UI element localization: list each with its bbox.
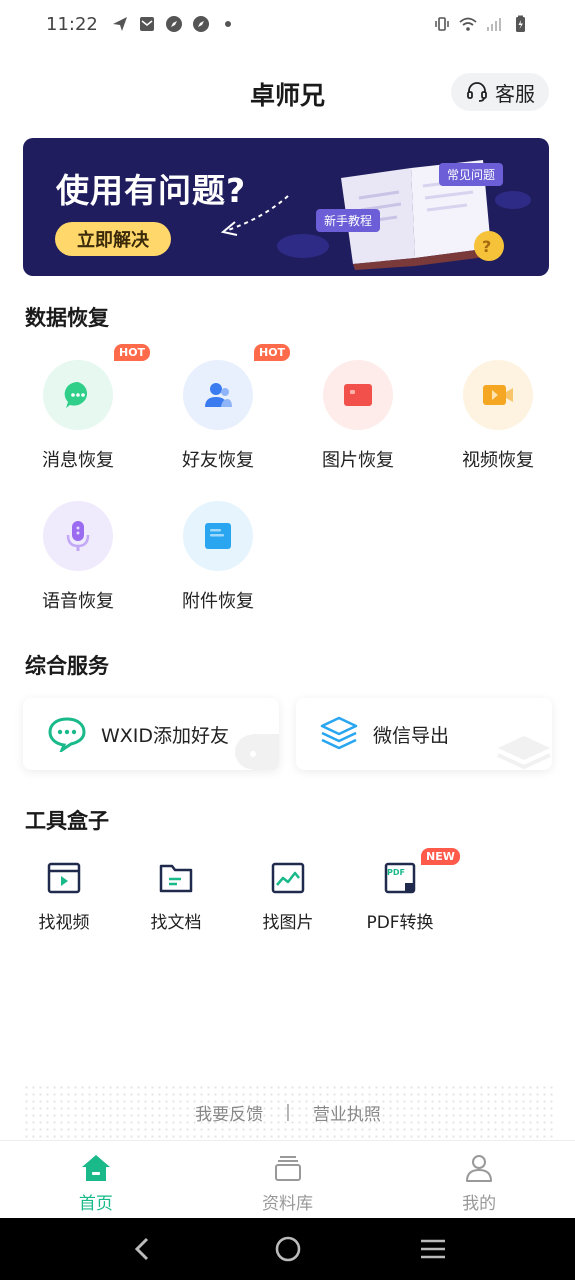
system-nav-bar bbox=[0, 1218, 575, 1280]
tab-label-home: 首页 bbox=[78, 1194, 113, 1214]
tab-label-mine: 我的 bbox=[462, 1194, 497, 1214]
status-time: 11:22 bbox=[46, 13, 98, 35]
recovery-item-attachment[interactable]: 附件恢复 bbox=[163, 501, 273, 613]
new-badge: NEW bbox=[421, 848, 460, 865]
recovery-item-video[interactable]: 视频恢复 bbox=[443, 360, 553, 472]
tool-label-pdf-convert: PDF转换 bbox=[366, 913, 434, 933]
message-icon-bg bbox=[43, 360, 113, 430]
customer-service-button[interactable]: 客服 bbox=[451, 73, 549, 111]
video-icon-bg bbox=[463, 360, 533, 430]
tool-label-find-video: 找视频 bbox=[38, 913, 90, 933]
business-license-link[interactable]: 营业执照 bbox=[313, 1100, 381, 1125]
footer-separator: | bbox=[285, 1102, 291, 1122]
header: 卓师兄 客服 bbox=[0, 70, 575, 114]
headset-icon bbox=[467, 82, 487, 102]
compass-icon bbox=[165, 16, 182, 32]
mail-icon bbox=[139, 17, 154, 31]
data-recovery-title: 数据恢复 bbox=[25, 306, 109, 330]
microphone-icon-bg bbox=[43, 501, 113, 571]
contacts-icon bbox=[205, 383, 232, 407]
menu-icon[interactable] bbox=[419, 1235, 447, 1263]
tab-mine[interactable]: 我的 bbox=[383, 1141, 575, 1218]
chat-bubble-icon bbox=[48, 717, 86, 752]
hot-badge: HOT bbox=[254, 344, 291, 361]
tool-find-document[interactable]: 找文档 bbox=[131, 862, 221, 933]
user-icon bbox=[466, 1155, 493, 1182]
file-icon bbox=[205, 523, 231, 549]
microphone-icon bbox=[66, 521, 90, 551]
tool-pdf-convert[interactable]: PDF PDF转换 NEW bbox=[355, 848, 460, 933]
dot-icon bbox=[224, 21, 231, 27]
chat-watermark-icon bbox=[235, 734, 279, 770]
recovery-label-voice: 语音恢复 bbox=[42, 591, 114, 612]
vibrate-icon bbox=[435, 17, 449, 31]
recovery-item-friends[interactable]: 好友恢复 HOT bbox=[163, 344, 291, 472]
tab-library[interactable]: 资料库 bbox=[192, 1141, 384, 1218]
svg-text:PDF: PDF bbox=[387, 868, 405, 877]
recovery-label-message: 消息恢复 bbox=[42, 450, 114, 471]
status-bar: 11:22 bbox=[0, 0, 575, 48]
signal-icon bbox=[487, 18, 501, 31]
home-icon bbox=[81, 1155, 110, 1181]
home-circle-icon[interactable] bbox=[274, 1235, 302, 1263]
tutorial-tag: 新手教程 bbox=[316, 209, 381, 232]
tools-title: 工具盒子 bbox=[25, 809, 109, 833]
tool-label-find-document: 找文档 bbox=[150, 913, 202, 933]
recovery-item-message[interactable]: 消息恢复 HOT bbox=[23, 344, 151, 472]
recovery-item-image[interactable]: 图片恢复 bbox=[303, 360, 413, 472]
video-icon bbox=[483, 385, 513, 405]
services-title: 综合服务 bbox=[25, 654, 109, 678]
customer-service-label: 客服 bbox=[495, 81, 535, 106]
recovery-item-voice[interactable]: 语音恢复 bbox=[23, 501, 133, 613]
tab-home[interactable]: 首页 bbox=[0, 1141, 192, 1218]
recovery-label-attachment: 附件恢复 bbox=[182, 591, 254, 612]
compass-icon-2 bbox=[192, 16, 209, 32]
archive-icon bbox=[274, 1156, 301, 1181]
contacts-icon-bg bbox=[183, 360, 253, 430]
tab-label-library: 资料库 bbox=[262, 1194, 313, 1214]
wechat-export-label: 微信导出 bbox=[373, 724, 450, 747]
file-icon-bg bbox=[183, 501, 253, 571]
wifi-icon bbox=[459, 17, 477, 31]
faq-tag: 常见问题 bbox=[439, 163, 504, 186]
image-icon bbox=[344, 384, 372, 406]
solve-now-button[interactable]: 立即解决 bbox=[55, 222, 171, 256]
battery-icon bbox=[516, 15, 525, 32]
recovery-label-friends: 好友恢复 bbox=[182, 450, 254, 471]
help-banner[interactable]: ? 使用有问题? 立即解决 常见问题 新手教程 bbox=[23, 138, 549, 276]
picture-icon bbox=[271, 862, 305, 894]
layers-icon bbox=[320, 716, 358, 750]
svg-text:?: ? bbox=[482, 237, 491, 256]
video-file-icon bbox=[47, 862, 81, 894]
wxid-add-friend-card[interactable]: WXID添加好友 bbox=[23, 698, 279, 770]
banner-title: 使用有问题? bbox=[56, 171, 247, 210]
recovery-label-video: 视频恢复 bbox=[462, 450, 534, 471]
pdf-icon: PDF bbox=[384, 862, 416, 894]
recovery-label-image: 图片恢复 bbox=[322, 450, 394, 471]
feedback-link[interactable]: 我要反馈 bbox=[195, 1100, 263, 1125]
back-icon[interactable] bbox=[129, 1235, 157, 1263]
send-icon bbox=[112, 17, 127, 31]
tool-label-find-image: 找图片 bbox=[262, 913, 314, 933]
image-icon-bg bbox=[323, 360, 393, 430]
layers-watermark-icon bbox=[497, 736, 551, 770]
wxid-add-friend-label: WXID添加好友 bbox=[101, 724, 230, 747]
footer-links: 我要反馈 | 营业执照 bbox=[23, 1084, 553, 1140]
message-icon bbox=[64, 381, 88, 408]
bottom-tab-bar: 首页 资料库 我的 bbox=[0, 1140, 575, 1218]
hot-badge: HOT bbox=[114, 344, 151, 361]
folder-icon bbox=[159, 864, 193, 893]
wechat-export-card[interactable]: 微信导出 bbox=[296, 698, 552, 770]
tool-find-video[interactable]: 找视频 bbox=[19, 862, 109, 933]
tool-find-image[interactable]: 找图片 bbox=[243, 862, 333, 933]
